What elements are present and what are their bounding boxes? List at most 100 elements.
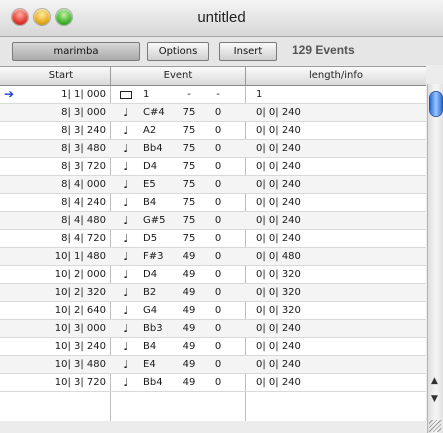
event-length[interactable]: 0| 0| 240: [256, 122, 406, 139]
event-channel[interactable]: 0: [210, 374, 226, 391]
event-channel[interactable]: 0: [210, 176, 226, 193]
event-velocity[interactable]: 75: [181, 176, 197, 193]
event-length[interactable]: 0| 0| 240: [256, 104, 406, 121]
table-row[interactable]: 8| 4| 000 ♩ E5 75 0 0| 0| 240: [0, 176, 426, 194]
options-button[interactable]: Options: [147, 42, 209, 61]
event-start[interactable]: 8| 4| 480: [30, 212, 106, 229]
event-channel[interactable]: 0: [210, 302, 226, 319]
event-pitch[interactable]: D4: [143, 158, 175, 175]
event-channel[interactable]: 0: [210, 356, 226, 373]
event-start[interactable]: 8| 3| 720: [30, 158, 106, 175]
table-row[interactable]: 8| 4| 240 ♩ B4 75 0 0| 0| 240: [0, 194, 426, 212]
event-start[interactable]: 10| 3| 480: [30, 356, 106, 373]
scroll-down-icon[interactable]: ▼: [431, 394, 438, 404]
event-pitch[interactable]: 1: [143, 86, 175, 103]
event-channel[interactable]: -: [210, 86, 226, 103]
event-velocity[interactable]: 49: [181, 374, 197, 391]
event-velocity[interactable]: 75: [181, 122, 197, 139]
table-row[interactable]: 10| 2| 640 ♩ G4 49 0 0| 0| 320: [0, 302, 426, 320]
event-length[interactable]: 0| 0| 240: [256, 194, 406, 211]
title-bar[interactable]: untitled: [0, 0, 443, 37]
event-length[interactable]: 0| 0| 240: [256, 176, 406, 193]
event-velocity[interactable]: 49: [181, 266, 197, 283]
table-row[interactable]: 10| 1| 480 ♩ F#3 49 0 0| 0| 480: [0, 248, 426, 266]
table-row[interactable]: 10| 3| 480 ♩ E4 49 0 0| 0| 240: [0, 356, 426, 374]
event-velocity[interactable]: 49: [181, 356, 197, 373]
table-row[interactable]: 8| 3| 240 ♩ A2 75 0 0| 0| 240: [0, 122, 426, 140]
event-velocity[interactable]: 49: [181, 320, 197, 337]
event-channel[interactable]: 0: [210, 320, 226, 337]
event-pitch[interactable]: D4: [143, 266, 175, 283]
table-row[interactable]: 8| 4| 720 ♩ D5 75 0 0| 0| 240: [0, 230, 426, 248]
event-start[interactable]: 10| 1| 480: [30, 248, 106, 265]
event-velocity[interactable]: 75: [181, 158, 197, 175]
column-event-header[interactable]: Event: [111, 67, 246, 85]
event-length[interactable]: 0| 0| 240: [256, 212, 406, 229]
event-start[interactable]: 8| 4| 240: [30, 194, 106, 211]
event-length[interactable]: 0| 0| 320: [256, 302, 406, 319]
table-row[interactable]: 10| 3| 720 ♩ Bb4 49 0 0| 0| 240: [0, 374, 426, 392]
event-pitch[interactable]: Bb3: [143, 320, 175, 337]
table-row[interactable]: 10| 2| 320 ♩ B2 49 0 0| 0| 320: [0, 284, 426, 302]
event-start[interactable]: 8| 4| 000: [30, 176, 106, 193]
event-velocity[interactable]: -: [181, 86, 197, 103]
event-pitch[interactable]: F#3: [143, 248, 175, 265]
event-pitch[interactable]: B4: [143, 194, 175, 211]
event-pitch[interactable]: Bb4: [143, 140, 175, 157]
event-start[interactable]: 8| 4| 720: [30, 230, 106, 247]
table-row[interactable]: ➔ 1| 1| 000 1- -1: [0, 86, 426, 104]
event-pitch[interactable]: B4: [143, 338, 175, 355]
event-channel[interactable]: 0: [210, 212, 226, 229]
event-channel[interactable]: 0: [210, 338, 226, 355]
scroll-thumb[interactable]: [430, 92, 442, 116]
event-start[interactable]: 8| 3| 000: [30, 104, 106, 121]
event-length[interactable]: 0| 0| 480: [256, 248, 406, 265]
event-pitch[interactable]: E5: [143, 176, 175, 193]
event-length[interactable]: 0| 0| 320: [256, 266, 406, 283]
event-pitch[interactable]: D5: [143, 230, 175, 247]
event-channel[interactable]: 0: [210, 284, 226, 301]
event-pitch[interactable]: G#5: [143, 212, 175, 229]
event-velocity[interactable]: 49: [181, 302, 197, 319]
track-selector-button[interactable]: marimba: [12, 42, 140, 61]
event-start[interactable]: 10| 3| 000: [30, 320, 106, 337]
event-pitch[interactable]: A2: [143, 122, 175, 139]
event-length[interactable]: 0| 0| 240: [256, 320, 406, 337]
event-velocity[interactable]: 49: [181, 338, 197, 355]
event-length[interactable]: 0| 0| 320: [256, 284, 406, 301]
event-channel[interactable]: 0: [210, 122, 226, 139]
event-length[interactable]: 1: [256, 86, 406, 103]
table-row[interactable]: 10| 2| 000 ♩ D4 49 0 0| 0| 320: [0, 266, 426, 284]
event-start[interactable]: 10| 3| 240: [30, 338, 106, 355]
event-channel[interactable]: 0: [210, 194, 226, 211]
event-channel[interactable]: 0: [210, 230, 226, 247]
table-row[interactable]: 8| 3| 000 ♩ C#4 75 0 0| 0| 240: [0, 104, 426, 122]
event-velocity[interactable]: 75: [181, 230, 197, 247]
event-velocity[interactable]: 49: [181, 248, 197, 265]
event-velocity[interactable]: 75: [181, 194, 197, 211]
event-pitch[interactable]: C#4: [143, 104, 175, 121]
scroll-up-icon[interactable]: ▲: [431, 376, 438, 386]
event-pitch[interactable]: B2: [143, 284, 175, 301]
event-velocity[interactable]: 49: [181, 284, 197, 301]
table-row[interactable]: 10| 3| 240 ♩ B4 49 0 0| 0| 240: [0, 338, 426, 356]
event-length[interactable]: 0| 0| 240: [256, 158, 406, 175]
event-velocity[interactable]: 75: [181, 104, 197, 121]
event-length[interactable]: 0| 0| 240: [256, 338, 406, 355]
event-pitch[interactable]: G4: [143, 302, 175, 319]
vertical-scrollbar[interactable]: ▲ ▼: [427, 84, 443, 433]
column-length-header[interactable]: length/info: [246, 67, 426, 85]
event-channel[interactable]: 0: [210, 158, 226, 175]
table-row[interactable]: 8| 3| 720 ♩ D4 75 0 0| 0| 240: [0, 158, 426, 176]
event-velocity[interactable]: 75: [181, 140, 197, 157]
event-start[interactable]: 10| 2| 000: [30, 266, 106, 283]
event-start[interactable]: 8| 3| 480: [30, 140, 106, 157]
event-channel[interactable]: 0: [210, 140, 226, 157]
event-length[interactable]: 0| 0| 240: [256, 356, 406, 373]
event-length[interactable]: 0| 0| 240: [256, 230, 406, 247]
event-length[interactable]: 0| 0| 240: [256, 140, 406, 157]
insert-button[interactable]: Insert: [219, 42, 277, 61]
table-row[interactable]: 8| 3| 480 ♩ Bb4 75 0 0| 0| 240: [0, 140, 426, 158]
event-start[interactable]: 10| 2| 640: [30, 302, 106, 319]
event-start[interactable]: 10| 3| 720: [30, 374, 106, 391]
